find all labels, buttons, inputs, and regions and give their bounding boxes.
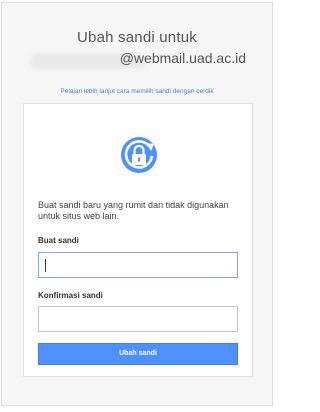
- header: Ubah sandi untuk @webmail.uad.ac.id: [2, 3, 272, 74]
- account-email: @webmail.uad.ac.id: [119, 50, 246, 66]
- change-password-button[interactable]: Ubah sandi: [38, 343, 238, 365]
- account-email-row: @webmail.uad.ac.id: [2, 50, 272, 74]
- confirm-password-label: Konfirmasi sandi: [38, 291, 103, 300]
- new-password-field[interactable]: [38, 252, 238, 278]
- text-cursor: [45, 259, 46, 272]
- confirm-password-field[interactable]: [38, 306, 238, 332]
- change-password-page: Ubah sandi untuk @webmail.uad.ac.id Pela…: [1, 2, 273, 406]
- password-card: Buat sandi baru yang rumit dan tidak dig…: [23, 103, 253, 377]
- page-title: Ubah sandi untuk: [77, 29, 197, 46]
- learn-more-link[interactable]: Pelajari lebih lanjut cara memilih sandi…: [2, 88, 272, 95]
- instruction-text: Buat sandi baru yang rumit dan tidak dig…: [38, 200, 229, 221]
- new-password-label: Buat sandi: [38, 236, 79, 245]
- lock-refresh-icon: [118, 134, 160, 176]
